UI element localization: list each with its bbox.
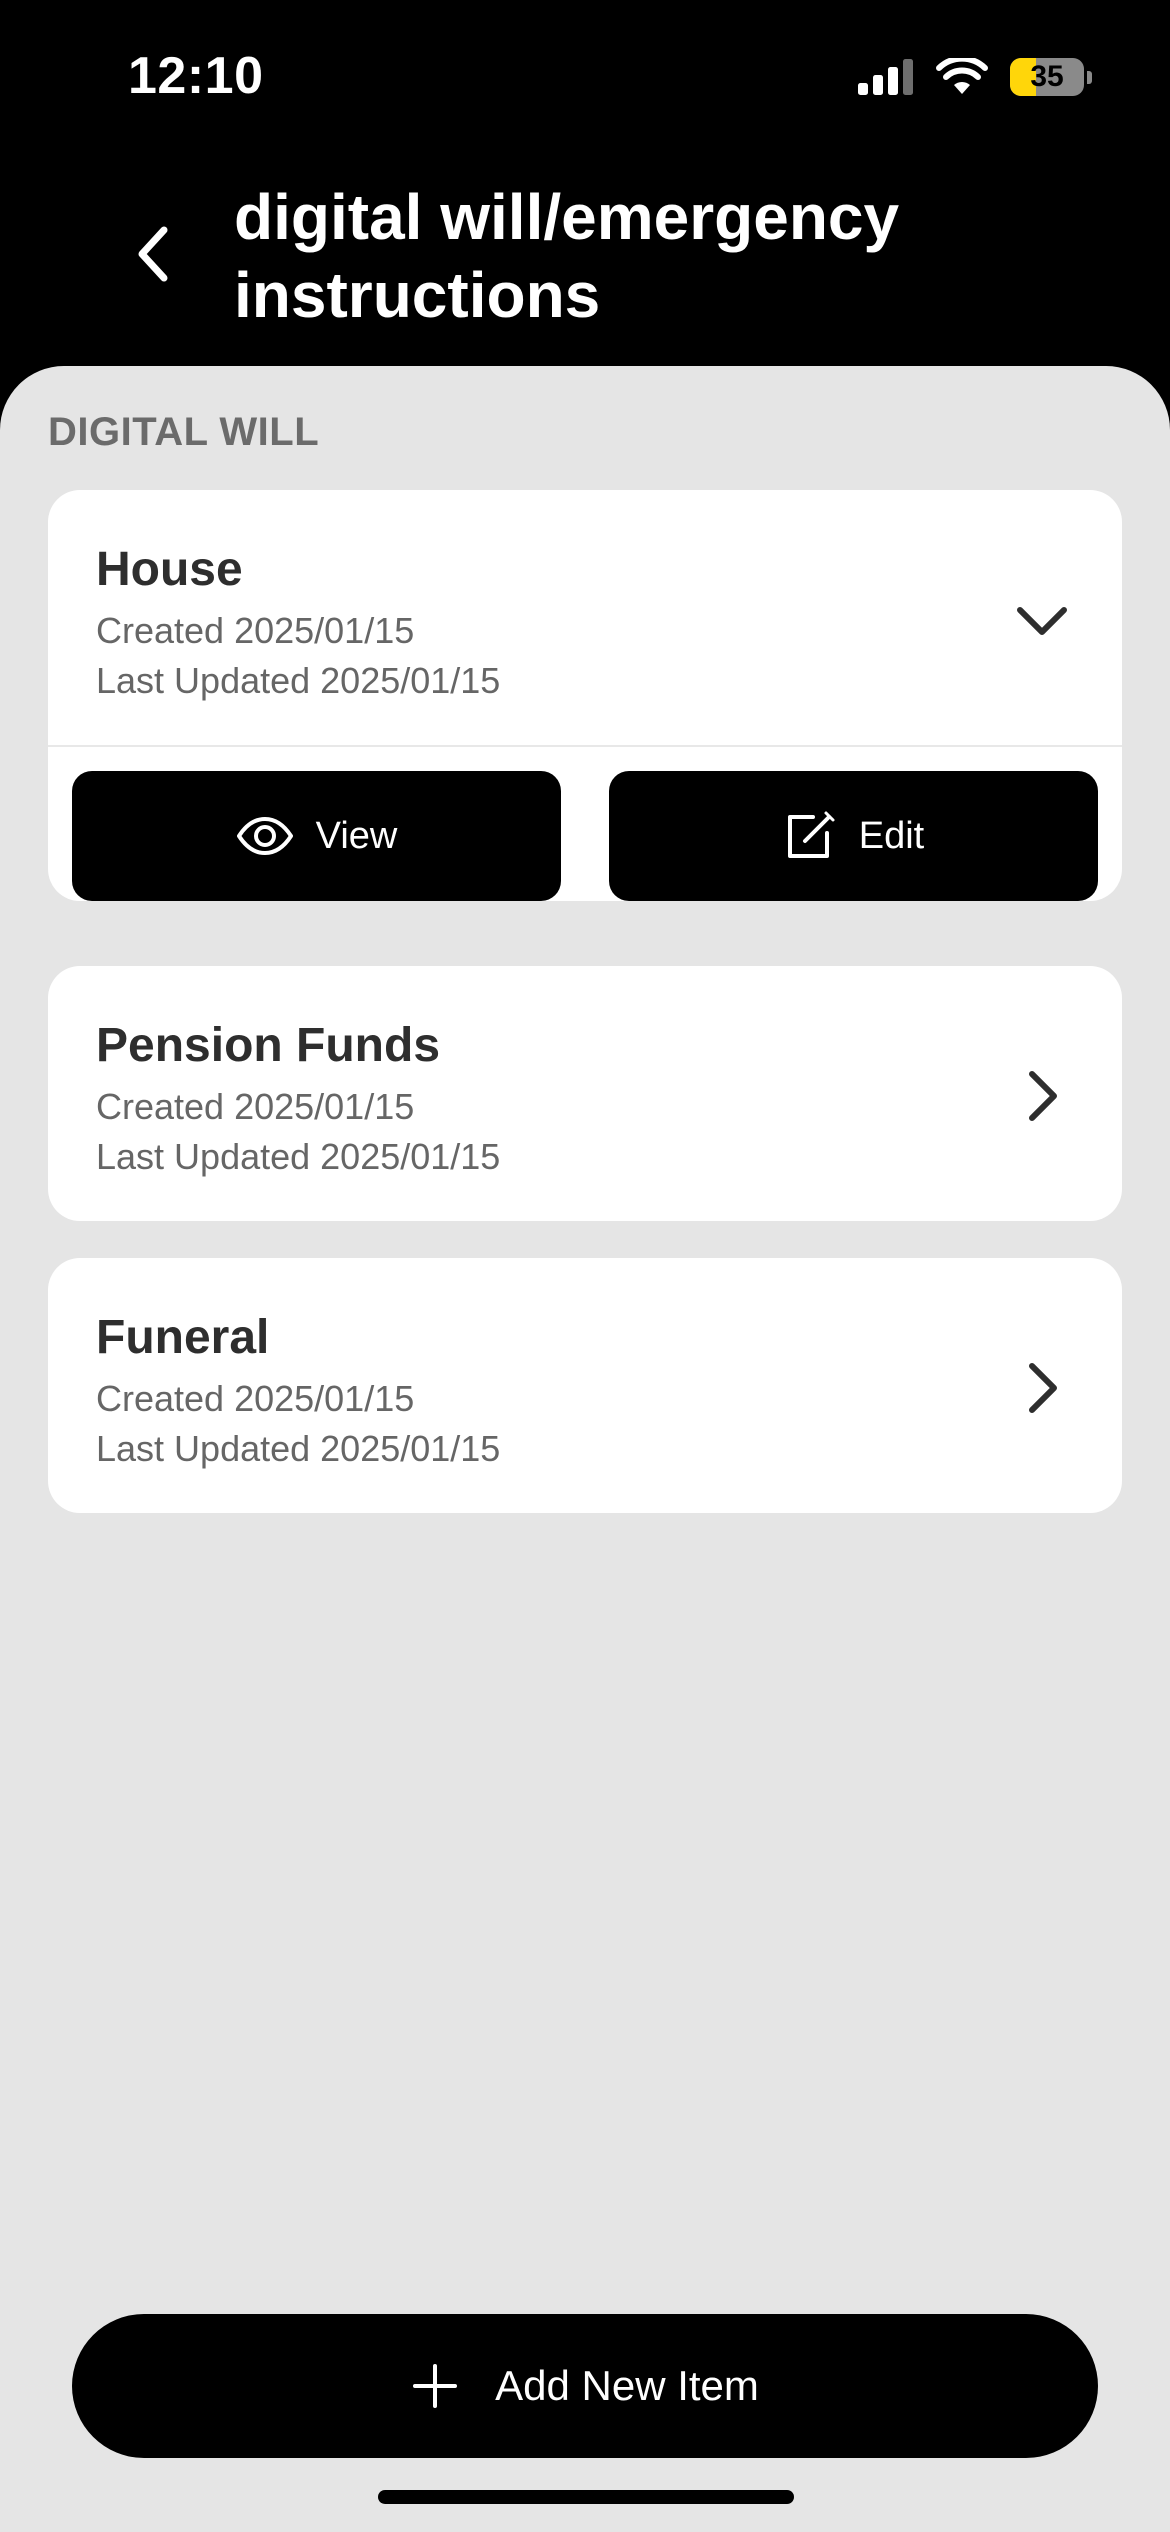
cellular-signal-icon	[858, 59, 913, 95]
view-button[interactable]: View	[72, 771, 561, 901]
chevron-left-icon	[138, 226, 168, 282]
item-title: Pension Funds	[96, 1019, 441, 1072]
view-button-label: View	[315, 814, 398, 857]
item-updated: Last Updated 2025/01/15	[96, 660, 501, 701]
eye-icon	[236, 817, 293, 855]
plus-icon	[413, 2364, 458, 2408]
status-time: 12:10	[128, 47, 264, 105]
back-button[interactable]	[118, 214, 188, 294]
home-indicator[interactable]	[378, 2490, 794, 2504]
list-item-header[interactable]: Funeral Created 2025/01/15 Last Updated …	[48, 1258, 1122, 1513]
edit-button-label: Edit	[858, 814, 925, 857]
item-actions: View Edit	[48, 747, 1122, 901]
battery-cap	[1087, 70, 1092, 84]
chevron-down-icon[interactable]	[1010, 588, 1074, 652]
list-item-funeral[interactable]: Funeral Created 2025/01/15 Last Updated …	[48, 1258, 1122, 1513]
status-bar: 12:10 35	[0, 0, 1170, 150]
list-item-house: House Created 2025/01/15 Last Updated 20…	[48, 490, 1122, 901]
add-new-item-label: Add New Item	[495, 2362, 759, 2409]
battery-icon: 35	[1010, 58, 1084, 96]
item-title: House	[96, 543, 243, 596]
item-created: Created 2025/01/15	[96, 1378, 415, 1419]
list-item-header[interactable]: House Created 2025/01/15 Last Updated 20…	[48, 490, 1122, 745]
header: digital will/emergency instructions	[0, 150, 1170, 370]
edit-icon	[787, 811, 835, 858]
chevron-right-icon[interactable]	[1010, 1356, 1074, 1420]
item-title: Funeral	[96, 1311, 270, 1364]
edit-button[interactable]: Edit	[609, 771, 1098, 901]
item-created: Created 2025/01/15	[96, 610, 415, 651]
battery-level: 35	[1030, 60, 1064, 93]
section-label: DIGITAL WILL	[48, 410, 320, 454]
add-new-item-button[interactable]: Add New Item	[72, 2314, 1098, 2458]
item-created: Created 2025/01/15	[96, 1086, 415, 1127]
wifi-icon	[936, 58, 988, 94]
page-title: digital will/emergency instructions	[234, 181, 900, 331]
item-updated: Last Updated 2025/01/15	[96, 1136, 501, 1177]
list-item-pension-funds[interactable]: Pension Funds Created 2025/01/15 Last Up…	[48, 966, 1122, 1221]
item-updated: Last Updated 2025/01/15	[96, 1428, 501, 1469]
chevron-right-icon[interactable]	[1010, 1064, 1074, 1128]
status-icons: 35	[858, 58, 1092, 96]
list-item-header[interactable]: Pension Funds Created 2025/01/15 Last Up…	[48, 966, 1122, 1221]
content-sheet: DIGITAL WILL House Created 2025/01/15 La…	[0, 366, 1170, 2532]
